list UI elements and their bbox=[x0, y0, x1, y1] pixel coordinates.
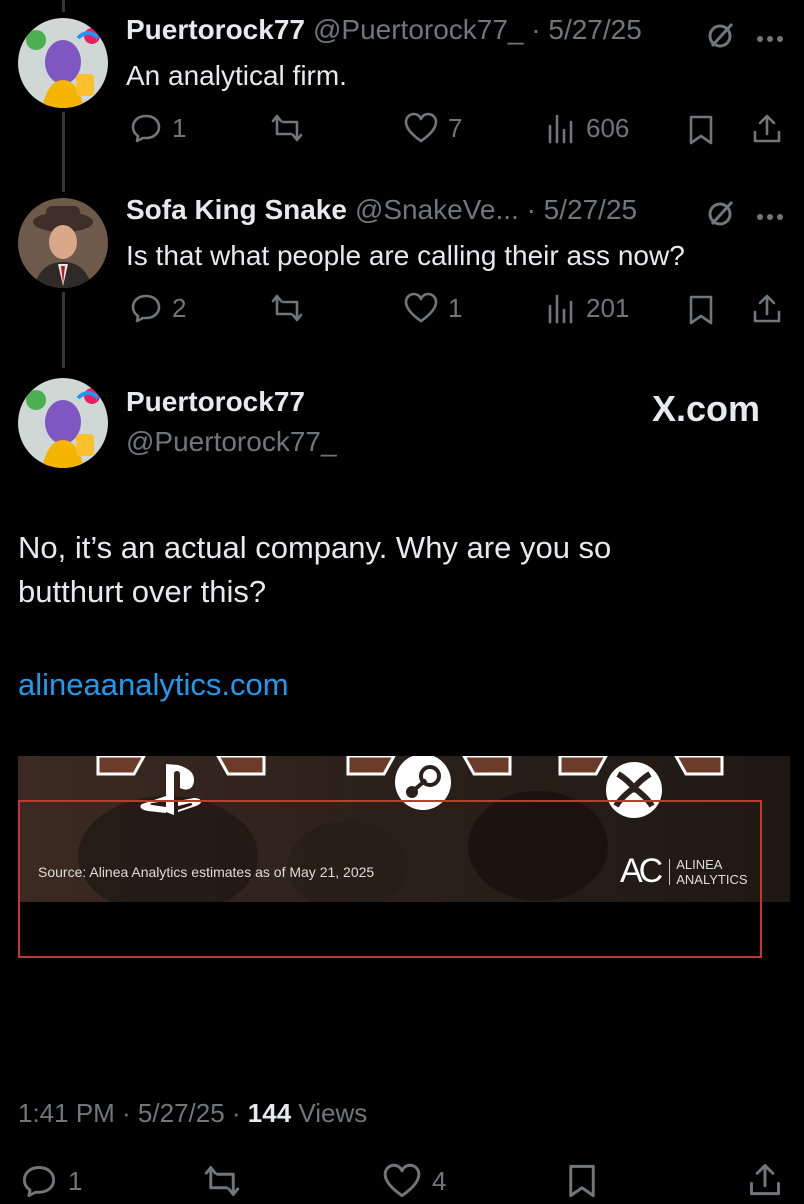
heart-icon bbox=[404, 112, 438, 143]
avatar[interactable] bbox=[18, 18, 108, 108]
share-icon[interactable] bbox=[748, 1161, 782, 1202]
repost-icon bbox=[204, 1166, 240, 1196]
views-button[interactable]: 201 bbox=[546, 292, 629, 324]
reply-icon bbox=[22, 1166, 56, 1198]
handle-date[interactable]: @SnakeVe... · 5/27/25 bbox=[355, 194, 637, 226]
reply-count: 1 bbox=[172, 112, 187, 143]
repost-icon bbox=[271, 114, 303, 142]
text-line-2: butthurt over this? bbox=[18, 574, 267, 609]
repost-button[interactable] bbox=[202, 1163, 242, 1199]
like-count: 1 bbox=[448, 292, 463, 323]
reply-button[interactable]: 2 bbox=[130, 292, 186, 324]
author-name[interactable]: Sofa King Snake bbox=[126, 194, 347, 226]
views-label: Views bbox=[291, 1098, 368, 1128]
avatar[interactable] bbox=[18, 198, 108, 288]
more-icon[interactable] bbox=[756, 30, 784, 48]
bookmark-icon[interactable] bbox=[566, 1163, 598, 1204]
thread-line-2 bbox=[62, 292, 65, 368]
grok-icon[interactable] bbox=[706, 20, 736, 55]
views-count: 201 bbox=[586, 292, 630, 323]
thread-line-top bbox=[62, 0, 65, 12]
views-count: 144 bbox=[247, 1098, 292, 1128]
like-count: 4 bbox=[432, 1165, 447, 1196]
reply-button[interactable]: 1 bbox=[130, 112, 186, 144]
heart-icon bbox=[383, 1163, 421, 1198]
timestamp-row: 1:41 PM · 5/27/25 · 144 Views bbox=[18, 1098, 367, 1129]
views-icon bbox=[548, 294, 573, 324]
more-icon[interactable] bbox=[756, 208, 784, 226]
views-icon bbox=[548, 114, 573, 144]
tweet-header: Puertorock77 @Puertorock77_ · 5/27/25 bbox=[126, 14, 642, 46]
repost-button[interactable] bbox=[270, 292, 304, 324]
share-icon[interactable] bbox=[752, 292, 782, 329]
like-count: 7 bbox=[448, 112, 463, 143]
views-button[interactable]: 606 bbox=[546, 112, 629, 144]
main-tweet-text: No, it’s an actual company. Why are you … bbox=[18, 526, 611, 614]
author-name[interactable]: Puertorock77 bbox=[126, 386, 305, 418]
repost-icon bbox=[271, 294, 303, 322]
author-name[interactable]: Puertorock77 bbox=[126, 14, 305, 46]
reply-count: 2 bbox=[172, 292, 187, 323]
avatar[interactable] bbox=[18, 378, 108, 468]
tweet-text: Is that what people are calling their as… bbox=[126, 240, 685, 271]
like-button[interactable]: 4 bbox=[382, 1163, 446, 1199]
x-com-watermark: X.com bbox=[652, 388, 761, 429]
highlight-box bbox=[18, 800, 762, 958]
share-icon[interactable] bbox=[752, 112, 782, 149]
link[interactable]: alineaanalytics.com bbox=[18, 667, 289, 703]
reply-icon bbox=[131, 114, 161, 143]
handle-date[interactable]: @Puertorock77_ · 5/27/25 bbox=[313, 14, 642, 46]
tweet-header: Sofa King Snake @SnakeVe... · 5/27/25 bbox=[126, 194, 637, 226]
repost-button[interactable] bbox=[270, 112, 304, 144]
reply-count: 1 bbox=[68, 1165, 83, 1196]
views-count: 606 bbox=[586, 112, 630, 143]
bookmark-icon[interactable] bbox=[688, 114, 714, 151]
grok-icon[interactable] bbox=[706, 198, 736, 233]
author-handle[interactable]: @Puertorock77_ bbox=[126, 426, 337, 458]
timestamp[interactable]: 1:41 PM · 5/27/25 · bbox=[18, 1098, 248, 1128]
heart-icon bbox=[404, 292, 438, 323]
reply-icon bbox=[131, 294, 161, 323]
thread-line-1 bbox=[62, 112, 65, 192]
reply-button[interactable]: 1 bbox=[20, 1163, 82, 1199]
bookmark-icon[interactable] bbox=[688, 294, 714, 331]
text-line-1: No, it’s an actual company. Why are you … bbox=[18, 530, 612, 565]
like-button[interactable]: 1 bbox=[404, 292, 462, 324]
like-button[interactable]: 7 bbox=[404, 112, 462, 144]
tweet-text: An analytical firm. bbox=[126, 60, 347, 91]
